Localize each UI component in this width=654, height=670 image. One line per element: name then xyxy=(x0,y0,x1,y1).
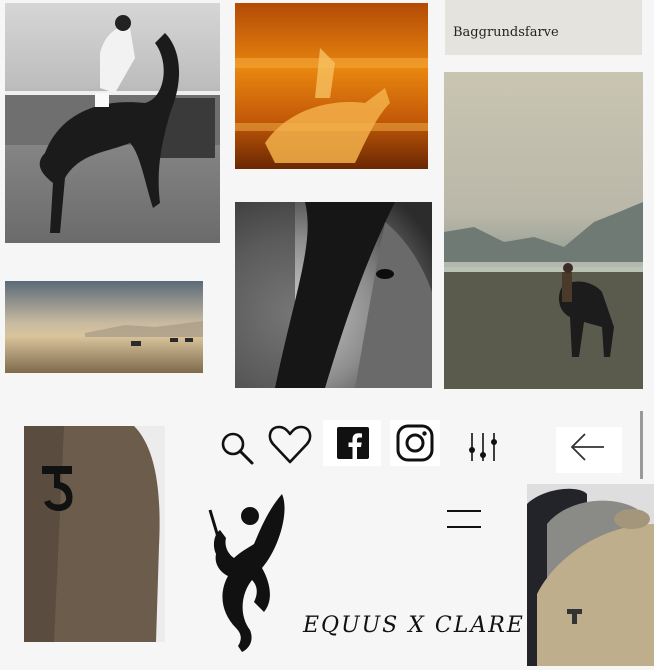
sliders-icon[interactable] xyxy=(463,430,503,464)
instagram-icon[interactable] xyxy=(390,420,440,466)
photo-motion-blur-horse xyxy=(235,3,428,169)
photo-horse-mane xyxy=(235,202,432,388)
photo-rider-mountains xyxy=(444,72,643,389)
photo-jockey-racehorse xyxy=(5,3,220,243)
heart-icon[interactable] xyxy=(267,424,313,466)
scrollbar[interactable] xyxy=(640,411,643,479)
photo-desert-horses xyxy=(5,281,203,373)
photo-sweater-sleeve xyxy=(24,426,165,642)
hamburger-menu-icon[interactable] xyxy=(445,508,483,530)
photo-folded-sweaters xyxy=(527,484,654,666)
swatch-label: Baggrundsfarve xyxy=(453,25,559,40)
brand-logo-icon xyxy=(198,490,294,656)
background-color-swatch[interactable]: Baggrundsfarve xyxy=(445,0,642,55)
search-icon[interactable] xyxy=(219,430,255,466)
arrow-left-icon[interactable] xyxy=(556,427,622,473)
facebook-icon[interactable] xyxy=(323,420,381,466)
brand-name: EQUUS X CLARE xyxy=(303,613,525,638)
